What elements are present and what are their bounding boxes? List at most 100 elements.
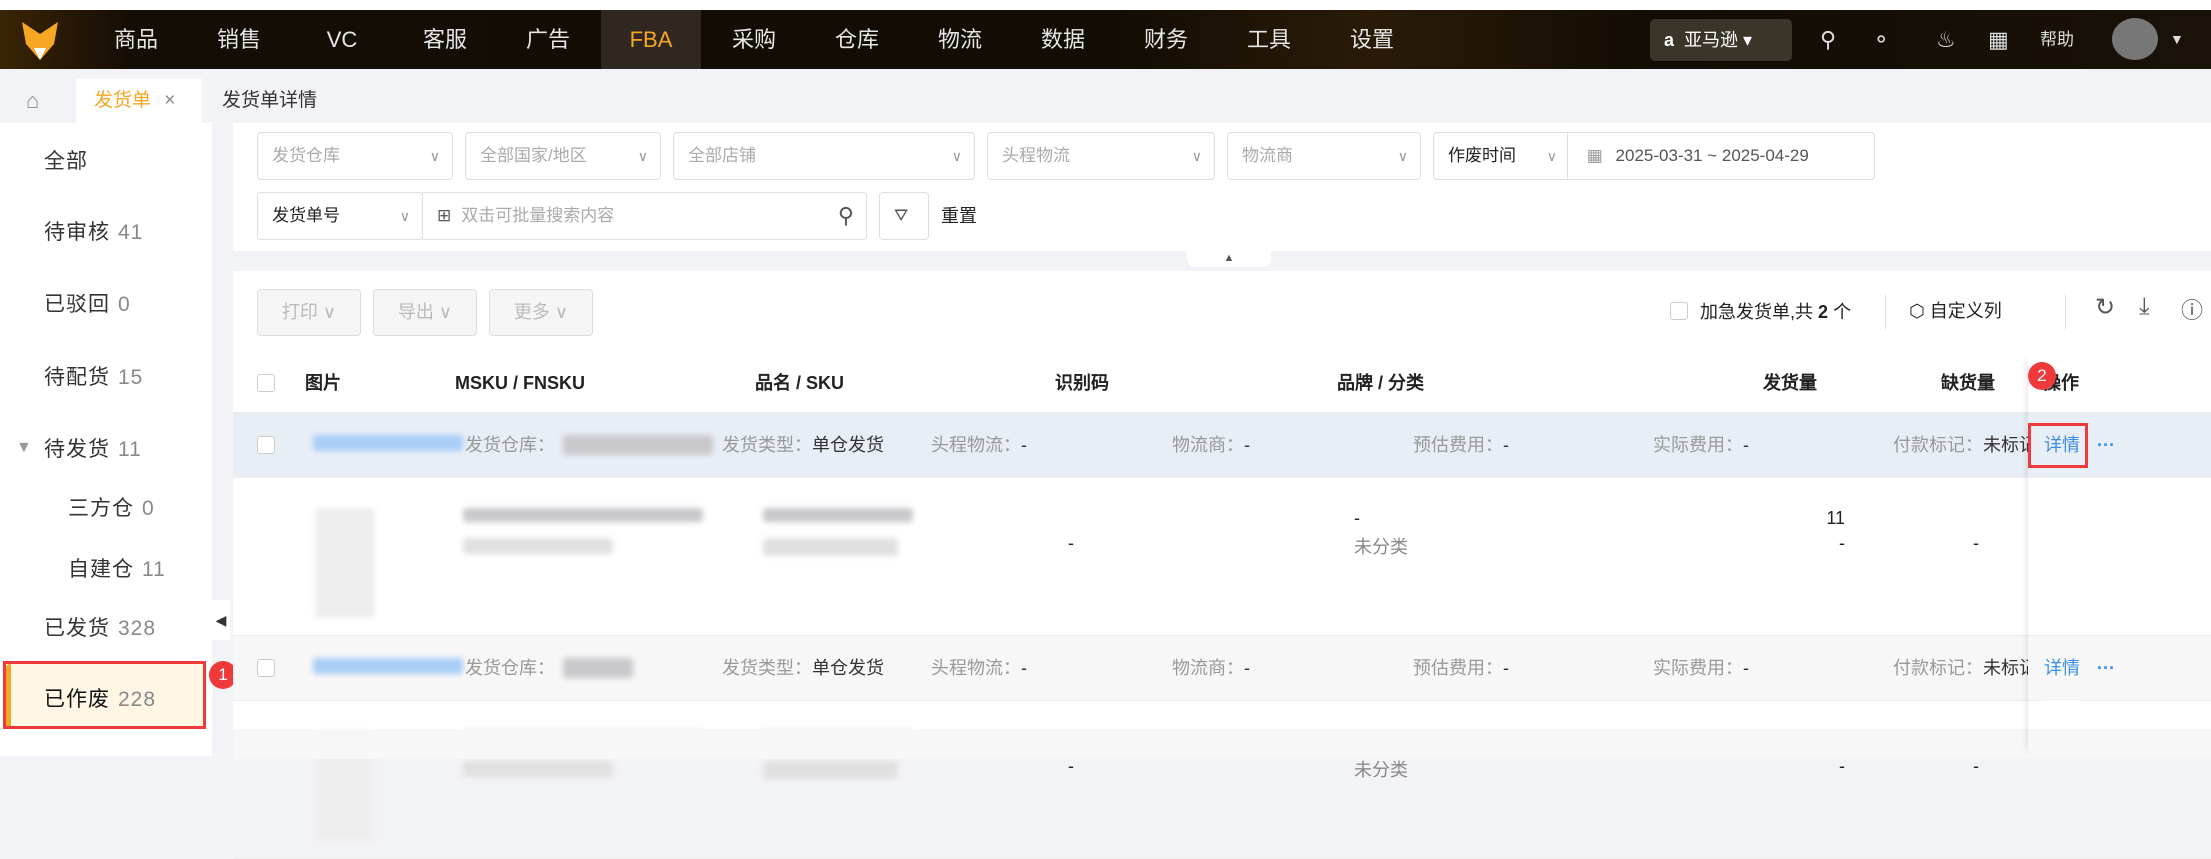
filter-icon: ⛛ bbox=[894, 206, 909, 225]
toolbar: 打印 ∨ 导出 ∨ 更多 ∨ 加急发货单,共 2 个 ⬡ 自定义列 ↻ ⤓ ⓘ bbox=[233, 271, 2211, 353]
home-icon[interactable]: ⌂ bbox=[26, 79, 39, 123]
more-button[interactable]: 更多 ∨ bbox=[489, 289, 593, 336]
export-button[interactable]: 导出 ∨ bbox=[373, 289, 477, 336]
tab-bar: ⌂ 发货单 × 发货单详情 bbox=[0, 69, 2211, 123]
fixed-actions-column bbox=[2028, 353, 2211, 756]
product-image bbox=[315, 508, 375, 618]
shipment-number-link[interactable] bbox=[313, 435, 463, 451]
gear-icon: ⬡ bbox=[1909, 301, 1925, 321]
group-row: 发货仓库： 发货类型：单仓发货 头程物流：- 物流商：- 预估费用：- 实际费用：- 付款标… bbox=[233, 413, 2211, 478]
column-header: 品名 / SKU bbox=[755, 373, 845, 393]
redacted-sku bbox=[763, 538, 898, 556]
sidebar-item[interactable]: 全部 bbox=[44, 142, 96, 182]
caret-down-icon[interactable]: ▼ bbox=[16, 439, 32, 457]
sidebar-item[interactable]: 待发货 11 bbox=[44, 430, 142, 470]
sidebar-item[interactable]: 已驳回 0 bbox=[44, 285, 131, 325]
country-select[interactable]: 全部国家/地区 ∨ bbox=[465, 132, 661, 180]
table-row: --未分类9-- bbox=[233, 701, 2211, 859]
avatar[interactable] bbox=[2112, 18, 2158, 60]
print-button[interactable]: 打印 ∨ bbox=[257, 289, 361, 336]
nav-item[interactable]: VC bbox=[292, 10, 392, 69]
carrier-select[interactable]: 物流商 ∨ bbox=[1227, 132, 1421, 180]
redacted-name bbox=[763, 508, 913, 522]
column-header: 缺货量 bbox=[1941, 373, 1995, 393]
column-header: 识别码 bbox=[1055, 373, 1109, 393]
table-row: - - 未分类 11- - bbox=[233, 478, 2211, 636]
nav-item[interactable]: 商品 bbox=[86, 10, 186, 69]
search-icon[interactable]: ⚲ bbox=[838, 193, 854, 239]
tab-shipment[interactable]: 发货单 × bbox=[76, 79, 202, 123]
sidebar-item[interactable]: 已发货 328 bbox=[44, 609, 156, 649]
marketplace-select[interactable]: a 亚马逊 ▾ bbox=[1650, 19, 1792, 61]
redacted-msku bbox=[463, 508, 703, 522]
redacted-fnsku bbox=[463, 761, 613, 777]
filter-panel: 发货仓库 ∨ 全部国家/地区 ∨ 全部店铺 ∨ 头程物流 ∨ 物流商 ∨ 作废时间 ∨ ▦ … bbox=[233, 123, 2211, 251]
urgent-checkbox[interactable] bbox=[1670, 302, 1688, 320]
search-field-select[interactable]: 发货单号 ∨ bbox=[257, 192, 423, 240]
annotation-box-2 bbox=[2028, 423, 2088, 468]
nav-item[interactable]: 采购 bbox=[704, 10, 804, 69]
nav-item[interactable]: 仓库 bbox=[807, 10, 907, 69]
close-icon[interactable]: × bbox=[164, 90, 175, 111]
column-header: 图片 bbox=[305, 373, 341, 393]
divider bbox=[2065, 295, 2066, 329]
warehouse-select[interactable]: 发货仓库 ∨ bbox=[257, 132, 453, 180]
chevron-down-icon[interactable]: ▼ bbox=[2170, 10, 2184, 69]
date-filter[interactable]: 作废时间 ∨ ▦ 2025-03-31 ~ 2025-04-29 bbox=[1433, 132, 1875, 180]
search-icon[interactable]: ⚲ bbox=[1820, 10, 1836, 69]
collapse-filters-icon[interactable]: ▲ bbox=[1187, 251, 1271, 267]
annotation-box-1 bbox=[3, 661, 206, 729]
nav-item[interactable]: 销售 bbox=[189, 10, 289, 69]
nav-item[interactable]: 设置 bbox=[1322, 10, 1422, 69]
nav-item[interactable]: 广告 bbox=[498, 10, 598, 69]
nav-item[interactable]: FBA bbox=[601, 10, 701, 69]
time-type-select[interactable]: 作废时间 ∨ bbox=[1434, 133, 1568, 179]
nav-item[interactable]: 财务 bbox=[1116, 10, 1216, 69]
nav-item[interactable]: 工具 bbox=[1219, 10, 1319, 69]
custom-columns-button[interactable]: ⬡ 自定义列 bbox=[1909, 297, 2002, 323]
redacted-warehouse bbox=[563, 435, 713, 455]
select-all-checkbox[interactable] bbox=[257, 374, 275, 392]
sidebar-item[interactable]: 待配货 15 bbox=[44, 358, 143, 398]
amazon-icon: a bbox=[1664, 30, 1675, 50]
advanced-filter-button[interactable]: ⛛ bbox=[879, 192, 929, 240]
shipment-number-link[interactable] bbox=[313, 658, 463, 674]
column-header: 品牌 / 分类 bbox=[1337, 373, 1425, 393]
download-icon[interactable]: ⤓ bbox=[2139, 293, 2150, 321]
collapse-sidebar-icon[interactable]: ◀ bbox=[212, 600, 230, 640]
logo-icon bbox=[22, 22, 58, 60]
bell-icon[interactable]: ♨ bbox=[1936, 10, 1956, 69]
reset-button[interactable]: 重置 bbox=[941, 192, 977, 240]
tab-shipment-detail[interactable]: 发货单详情 bbox=[222, 79, 317, 123]
calendar-icon: ▦ bbox=[1586, 146, 1603, 165]
help-link[interactable]: 帮助 bbox=[2040, 10, 2074, 69]
top-nav: 商品 销售 VC 客服 广告 FBA 采购 仓库 物流 数据 财务 工具 设置 a 亚马逊 ▾ ⚲ ⚬ … bbox=[0, 10, 2211, 69]
nav-item[interactable]: 客服 bbox=[395, 10, 495, 69]
row-checkbox[interactable] bbox=[257, 659, 275, 677]
batch-icon: ⊞ bbox=[437, 206, 452, 225]
first-leg-select[interactable]: 头程物流 ∨ bbox=[987, 132, 1215, 180]
search-input[interactable]: ⊞ 双击可批量搜索内容 ⚲ bbox=[422, 192, 867, 240]
table-row-partial bbox=[233, 729, 2211, 759]
help-icon[interactable]: ⓘ bbox=[2181, 293, 2203, 325]
redacted-sku bbox=[763, 761, 898, 779]
column-header: MSKU / FNSKU bbox=[455, 373, 585, 393]
column-header: 发货量 bbox=[1763, 373, 1817, 393]
shop-select[interactable]: 全部店铺 ∨ bbox=[673, 132, 975, 180]
nav-item[interactable]: 物流 bbox=[910, 10, 1010, 69]
row-checkbox[interactable] bbox=[257, 436, 275, 454]
nav-item[interactable]: 数据 bbox=[1013, 10, 1113, 69]
sidebar-item[interactable]: 三方仓 0 bbox=[68, 489, 155, 529]
divider bbox=[1885, 295, 1886, 329]
headset-icon[interactable]: ⚬ bbox=[1872, 10, 1890, 69]
refresh-icon[interactable]: ↻ bbox=[2095, 293, 2115, 322]
sidebar-item[interactable]: 待审核 41 bbox=[44, 213, 143, 253]
redacted-fnsku bbox=[463, 538, 613, 554]
group-row: 发货仓库： 发货类型：单仓发货 头程物流：- 物流商：- 预估费用：- 实际费用：- 付款标… bbox=[233, 636, 2211, 701]
shipment-table: 图片 MSKU / FNSKU 品名 / SKU 识别码 品牌 / 分类 发货量 缺货量 操作… bbox=[233, 353, 2211, 859]
sidebar-item[interactable]: 自建仓 11 bbox=[68, 550, 166, 590]
redacted-warehouse bbox=[563, 658, 633, 678]
apps-icon[interactable]: ▦ bbox=[1988, 10, 2009, 69]
browser-strip bbox=[0, 0, 2211, 10]
urgent-summary: 加急发货单,共 2 个 bbox=[1700, 302, 1852, 322]
